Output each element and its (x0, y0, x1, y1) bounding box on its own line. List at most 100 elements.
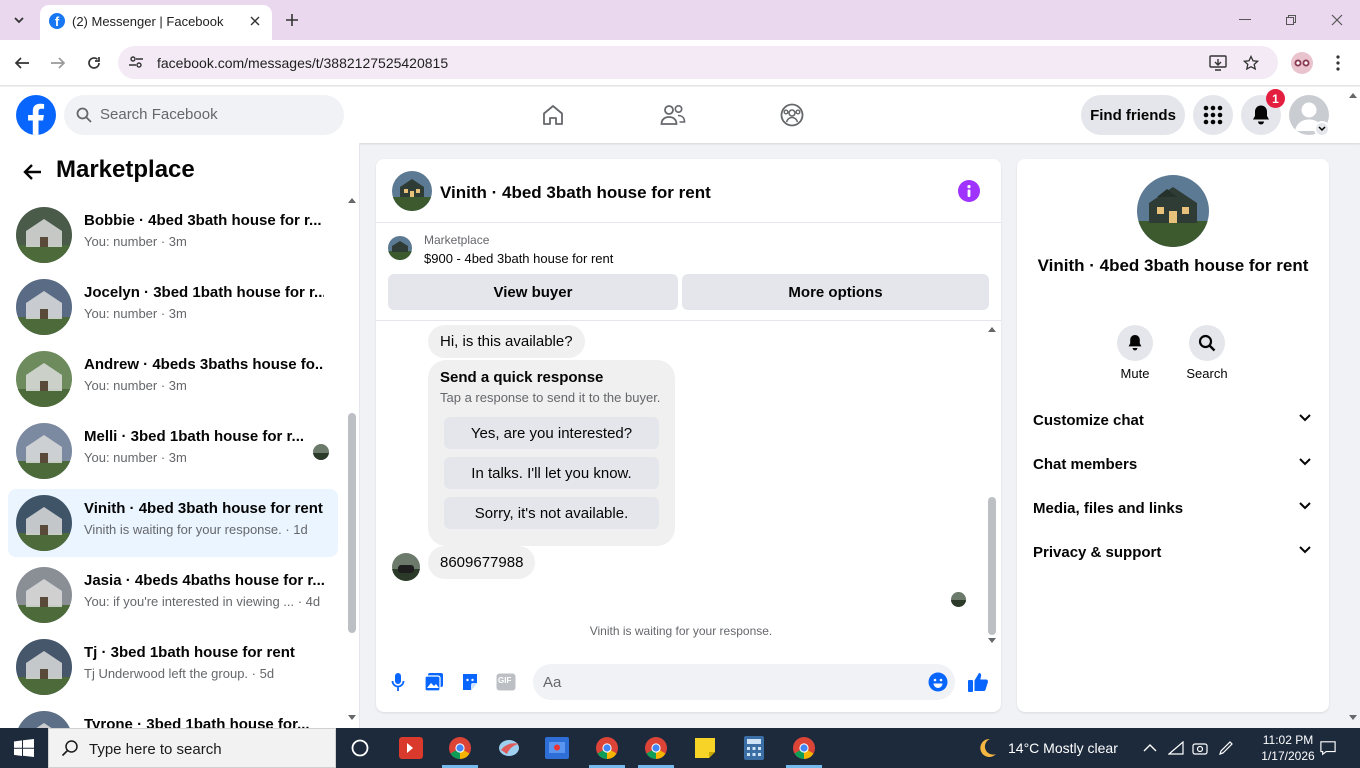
facebook-logo-icon[interactable] (16, 95, 56, 135)
conversation-name: Tj · 3bed 1bath house for rent (84, 644, 295, 661)
task-view-icon[interactable] (347, 736, 373, 760)
chat-members-section[interactable]: Chat members (1025, 445, 1321, 485)
sticker-icon[interactable] (459, 671, 481, 693)
conversation-house-avatar[interactable] (1137, 175, 1209, 247)
url-text[interactable]: facebook.com/messages/t/3882127525420815 (157, 55, 448, 71)
back-arrow-icon[interactable] (20, 160, 44, 184)
chat-house-thumbnail[interactable] (392, 171, 432, 211)
app-icon-red[interactable] (398, 736, 424, 760)
page-scrollbar[interactable] (1347, 88, 1360, 728)
chat-scrollbar-thumb[interactable] (988, 497, 996, 635)
attach-photo-icon[interactable] (423, 671, 445, 693)
privacy-support-section[interactable]: Privacy & support (1025, 533, 1321, 573)
quick-response-button[interactable]: In talks. I'll let you know. (444, 457, 659, 489)
search-icon (61, 739, 79, 757)
chevron-down-icon (1299, 502, 1311, 510)
chrome-profile-icon[interactable] (643, 736, 669, 760)
taskbar-search-box[interactable]: Type here to search (48, 728, 336, 768)
quick-response-button[interactable]: Sorry, it's not available. (444, 497, 659, 529)
conversation-row[interactable]: Bobbie · 4bed 3bath house for r... You: n… (8, 201, 338, 269)
conversation-details-panel: Vinith · 4bed 3bath house for rent Mute … (1017, 159, 1329, 712)
view-buyer-button[interactable]: View buyer (388, 274, 678, 310)
notification-center-icon[interactable] (1320, 740, 1336, 756)
thumbs-up-icon[interactable] (967, 671, 989, 693)
search-in-conversation-button[interactable]: Search (1177, 325, 1237, 381)
conversation-thumbnail (16, 711, 72, 728)
reload-icon[interactable] (83, 52, 105, 74)
weather-moon-icon[interactable] (974, 736, 1000, 760)
emoji-icon[interactable] (928, 672, 948, 692)
chevron-down-icon (1299, 414, 1311, 422)
mute-button[interactable]: Mute (1105, 325, 1165, 381)
chrome-profile-icon[interactable] (594, 736, 620, 760)
gif-icon[interactable]: GIF (495, 671, 517, 693)
home-icon[interactable] (539, 101, 567, 129)
read-receipt-avatar (951, 592, 966, 607)
customize-chat-section[interactable]: Customize chat (1025, 401, 1321, 441)
conversation-row[interactable]: Melli · 3bed 1bath house for r... You: nu… (8, 417, 338, 485)
conversation-name: Jasia · 4beds 4baths house for r... (84, 572, 324, 589)
browser-menu-icon[interactable] (1328, 52, 1348, 74)
list-scrollbar[interactable] (347, 191, 357, 726)
quick-response-button[interactable]: Yes, are you interested? (444, 417, 659, 449)
chat-scrollbar[interactable] (986, 325, 998, 649)
marketplace-conversation-list: Marketplace Bobbie · 4bed 3bath house fo… (0, 143, 360, 728)
conversation-row[interactable]: Andrew · 4beds 3baths house fo... You: nu… (8, 345, 338, 413)
media-files-links-section[interactable]: Media, files and links (1025, 489, 1321, 529)
close-window-icon[interactable] (1327, 10, 1347, 30)
quick-response-card: Send a quick response Tap a response to … (428, 360, 675, 546)
conversation-row[interactable]: Tj · 3bed 1bath house for rent Tj Underwo… (8, 633, 338, 701)
sticky-notes-icon[interactable] (692, 736, 718, 760)
groups-icon[interactable] (778, 101, 806, 129)
forward-arrow-icon[interactable] (47, 52, 69, 74)
menu-grid-icon[interactable] (1193, 95, 1233, 135)
list-scrollbar-thumb[interactable] (348, 413, 356, 633)
microphone-icon[interactable] (387, 671, 409, 693)
chrome-profile-icon[interactable] (791, 736, 817, 760)
app-icon-bird[interactable] (496, 736, 522, 760)
section-label: Chat members (1033, 456, 1138, 473)
message-input[interactable]: Aa (533, 664, 955, 700)
friends-icon[interactable] (659, 101, 687, 129)
new-tab-plus-icon[interactable] (282, 10, 302, 30)
app-icon-recorder[interactable] (544, 736, 570, 760)
conversation-thumbnail (16, 495, 72, 551)
tray-chevron-up-icon[interactable] (1142, 740, 1158, 756)
address-bar[interactable]: facebook.com/messages/t/3882127525420815 (118, 46, 1278, 79)
chrome-icon[interactable] (447, 736, 473, 760)
marketplace-label: Marketplace (424, 233, 490, 247)
taskbar-clock[interactable]: 11:02 PM 1/17/2026 (1258, 732, 1318, 764)
minimize-window-icon[interactable] (1235, 10, 1255, 30)
facebook-search-input[interactable]: Search Facebook (64, 95, 344, 135)
bell-icon (1117, 325, 1153, 361)
pen-icon[interactable] (1218, 740, 1234, 756)
listing-thumbnail[interactable] (388, 236, 412, 260)
conversation-name: Vinith · 4bed 3bath house for rent (1037, 256, 1309, 275)
install-app-icon[interactable] (1208, 53, 1228, 73)
listing-title[interactable]: $900 - 4bed 3bath house for rent (424, 251, 613, 266)
conversation-info-icon[interactable] (958, 180, 980, 202)
weather-text[interactable]: 14°C Mostly clear (1008, 740, 1118, 756)
back-arrow-icon[interactable] (11, 52, 33, 74)
sender-avatar[interactable] (392, 553, 420, 581)
conversation-row[interactable]: Jocelyn · 3bed 1bath house for r... You: … (8, 273, 338, 341)
browser-profile-icon[interactable] (1291, 52, 1313, 74)
more-options-button[interactable]: More options (682, 274, 989, 310)
windows-start-icon[interactable] (14, 739, 34, 757)
close-tab-icon[interactable] (246, 12, 264, 30)
calculator-icon[interactable] (741, 736, 767, 760)
conversation-row[interactable]: Jasia · 4beds 4baths house for r... You: … (8, 561, 338, 629)
restore-window-icon[interactable] (1281, 10, 1301, 30)
tab-search-chevron-icon[interactable] (8, 9, 30, 31)
account-chevron-icon[interactable] (1314, 121, 1330, 137)
site-settings-icon[interactable] (128, 54, 144, 70)
bookmark-star-icon[interactable] (1241, 53, 1261, 73)
conversation-row[interactable]: Vinith · 4bed 3bath house for rent Vinith… (8, 489, 338, 557)
conversation-row[interactable]: Tyrone · 3bed 1bath house for... (8, 705, 338, 728)
conversation-thumbnail (16, 351, 72, 407)
browser-tab-messenger[interactable]: f (2) Messenger | Facebook (40, 5, 272, 40)
network-icon[interactable] (1168, 740, 1184, 756)
camera-icon[interactable] (1192, 740, 1208, 756)
find-friends-button[interactable]: Find friends (1081, 95, 1185, 135)
chat-title[interactable]: Vinith · 4bed 3bath house for rent (440, 183, 711, 203)
